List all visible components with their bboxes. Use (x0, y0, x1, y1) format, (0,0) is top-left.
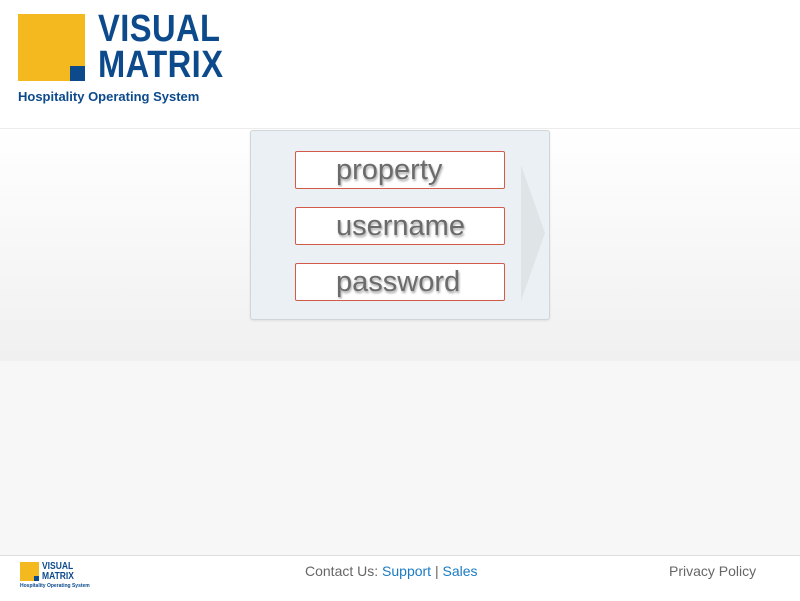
footer-logo-word-matrix: MATRIX (42, 571, 74, 582)
support-link[interactable]: Support (382, 563, 431, 579)
footer: VISUAL MATRIX Hospitality Operating Syst… (0, 555, 800, 601)
login-panel (250, 130, 550, 320)
footer-logo-tagline: Hospitality Operating System (20, 583, 90, 589)
visual-matrix-logo: VISUAL MATRIX Hospitality Operating Syst… (18, 8, 223, 109)
logo-word-matrix: MATRIX (98, 44, 224, 86)
privacy-policy-link[interactable]: Privacy Policy (669, 563, 756, 579)
submit-arrow-icon[interactable] (521, 165, 545, 301)
footer-logo-square-icon (20, 562, 39, 581)
footer-logo-word-visual: VISUAL (42, 561, 74, 572)
logo-notch (70, 66, 85, 81)
contact-us: Contact Us: Support | Sales (305, 563, 478, 579)
footer-logo-notch (34, 576, 39, 581)
username-input[interactable] (295, 207, 505, 245)
logo-word-visual: VISUAL (98, 8, 221, 50)
sales-link[interactable]: Sales (443, 563, 478, 579)
logo-tagline: Hospitality Operating System (18, 89, 200, 104)
property-input[interactable] (295, 151, 505, 189)
header: VISUAL MATRIX Hospitality Operating Syst… (0, 0, 800, 129)
link-separator: | (434, 563, 439, 579)
contact-prefix: Contact Us: (305, 563, 379, 579)
footer-logo: VISUAL MATRIX Hospitality Operating Syst… (20, 561, 90, 590)
password-input[interactable] (295, 263, 505, 301)
logo-square-icon (18, 14, 85, 81)
